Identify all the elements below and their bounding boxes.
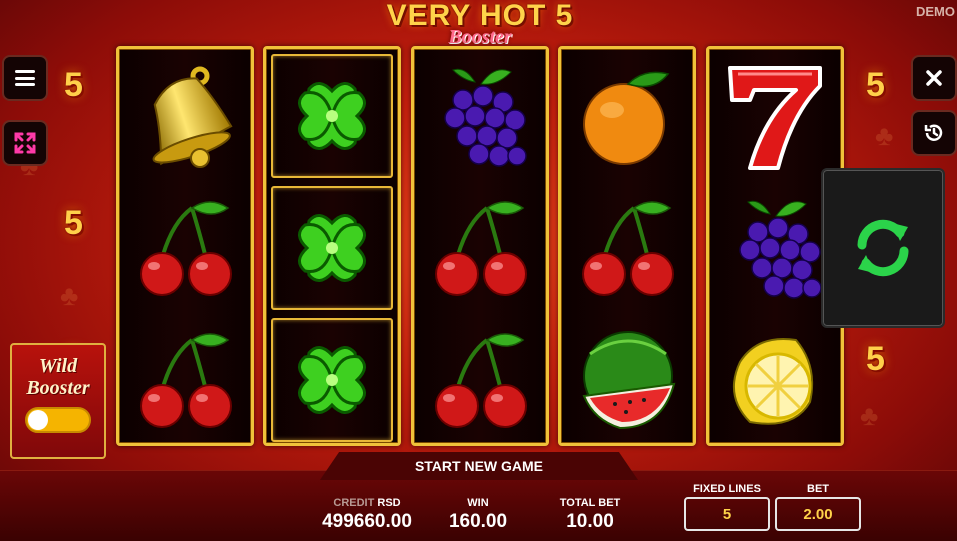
cherry-symbol (414, 183, 546, 315)
total-bet-value: 10.00 (566, 511, 614, 532)
toggle-knob (28, 410, 48, 430)
menu-button[interactable] (2, 55, 48, 101)
clover-symbol (271, 186, 393, 310)
game-logo: VERY HOT 5 Booster (340, 0, 620, 52)
cherry-symbol (561, 183, 693, 315)
line-indicator-right-bottom: 5 (866, 340, 885, 378)
total-bet-display: TOTAL BET 10.00 (548, 497, 632, 533)
reel-2 (263, 46, 401, 446)
reel-4 (558, 46, 696, 446)
background-clover: ♣ (860, 400, 879, 431)
fixed-lines-value: 5 (684, 497, 770, 531)
wild-booster-toggle[interactable] (25, 407, 91, 433)
fullscreen-button[interactable] (2, 120, 48, 166)
grapes-symbol (414, 51, 546, 183)
cherry-symbol (414, 315, 546, 447)
fixed-lines-display: FIXED LINES 5 (684, 483, 770, 531)
cherry-symbol (119, 183, 251, 315)
spin-icon (857, 219, 909, 277)
reel-3 (411, 46, 549, 446)
clover-symbol (271, 54, 393, 178)
fixed-lines-label: FIXED LINES (693, 483, 761, 495)
clover-symbol (271, 318, 393, 442)
win-display: WIN 160.00 (438, 497, 518, 533)
credit-display: CREDIT RSD 499660.00 (312, 497, 422, 533)
close-icon (926, 70, 942, 86)
wild-booster-panel: Wild Booster (10, 343, 106, 459)
start-new-game-button[interactable]: START NEW GAME (320, 458, 638, 474)
seven-symbol (709, 51, 841, 183)
spin-button[interactable] (821, 168, 945, 328)
history-button[interactable] (911, 110, 957, 156)
win-value: 160.00 (448, 511, 508, 532)
close-button[interactable] (911, 55, 957, 101)
cherry-symbol (119, 315, 251, 447)
line-indicator-left-top: 5 (64, 66, 83, 104)
demo-badge: DEMO (916, 4, 955, 19)
credit-label: CREDIT (333, 497, 375, 509)
reel-1 (116, 46, 254, 446)
credit-value: 499660.00 (322, 511, 412, 532)
credit-currency: RSD (377, 497, 401, 509)
line-indicator-left-mid: 5 (64, 204, 83, 242)
bet-label: BET (807, 483, 829, 495)
history-icon (924, 124, 943, 141)
total-bet-label: TOTAL BET (559, 497, 621, 509)
bet-control: BET 2.00 (775, 483, 861, 531)
fullscreen-icon (14, 132, 36, 154)
bell-symbol (119, 51, 251, 183)
wild-booster-label: Wild Booster (26, 355, 90, 399)
line-indicator-right-top: 5 (866, 66, 885, 104)
background-clover: ♣ (875, 120, 894, 151)
bet-value[interactable]: 2.00 (775, 497, 861, 531)
menu-icon (15, 70, 35, 86)
win-label: WIN (467, 497, 489, 509)
lemon-symbol (709, 315, 841, 447)
watermelon-symbol (561, 315, 693, 447)
orange-symbol (561, 51, 693, 183)
background-clover: ♣ (60, 280, 79, 311)
